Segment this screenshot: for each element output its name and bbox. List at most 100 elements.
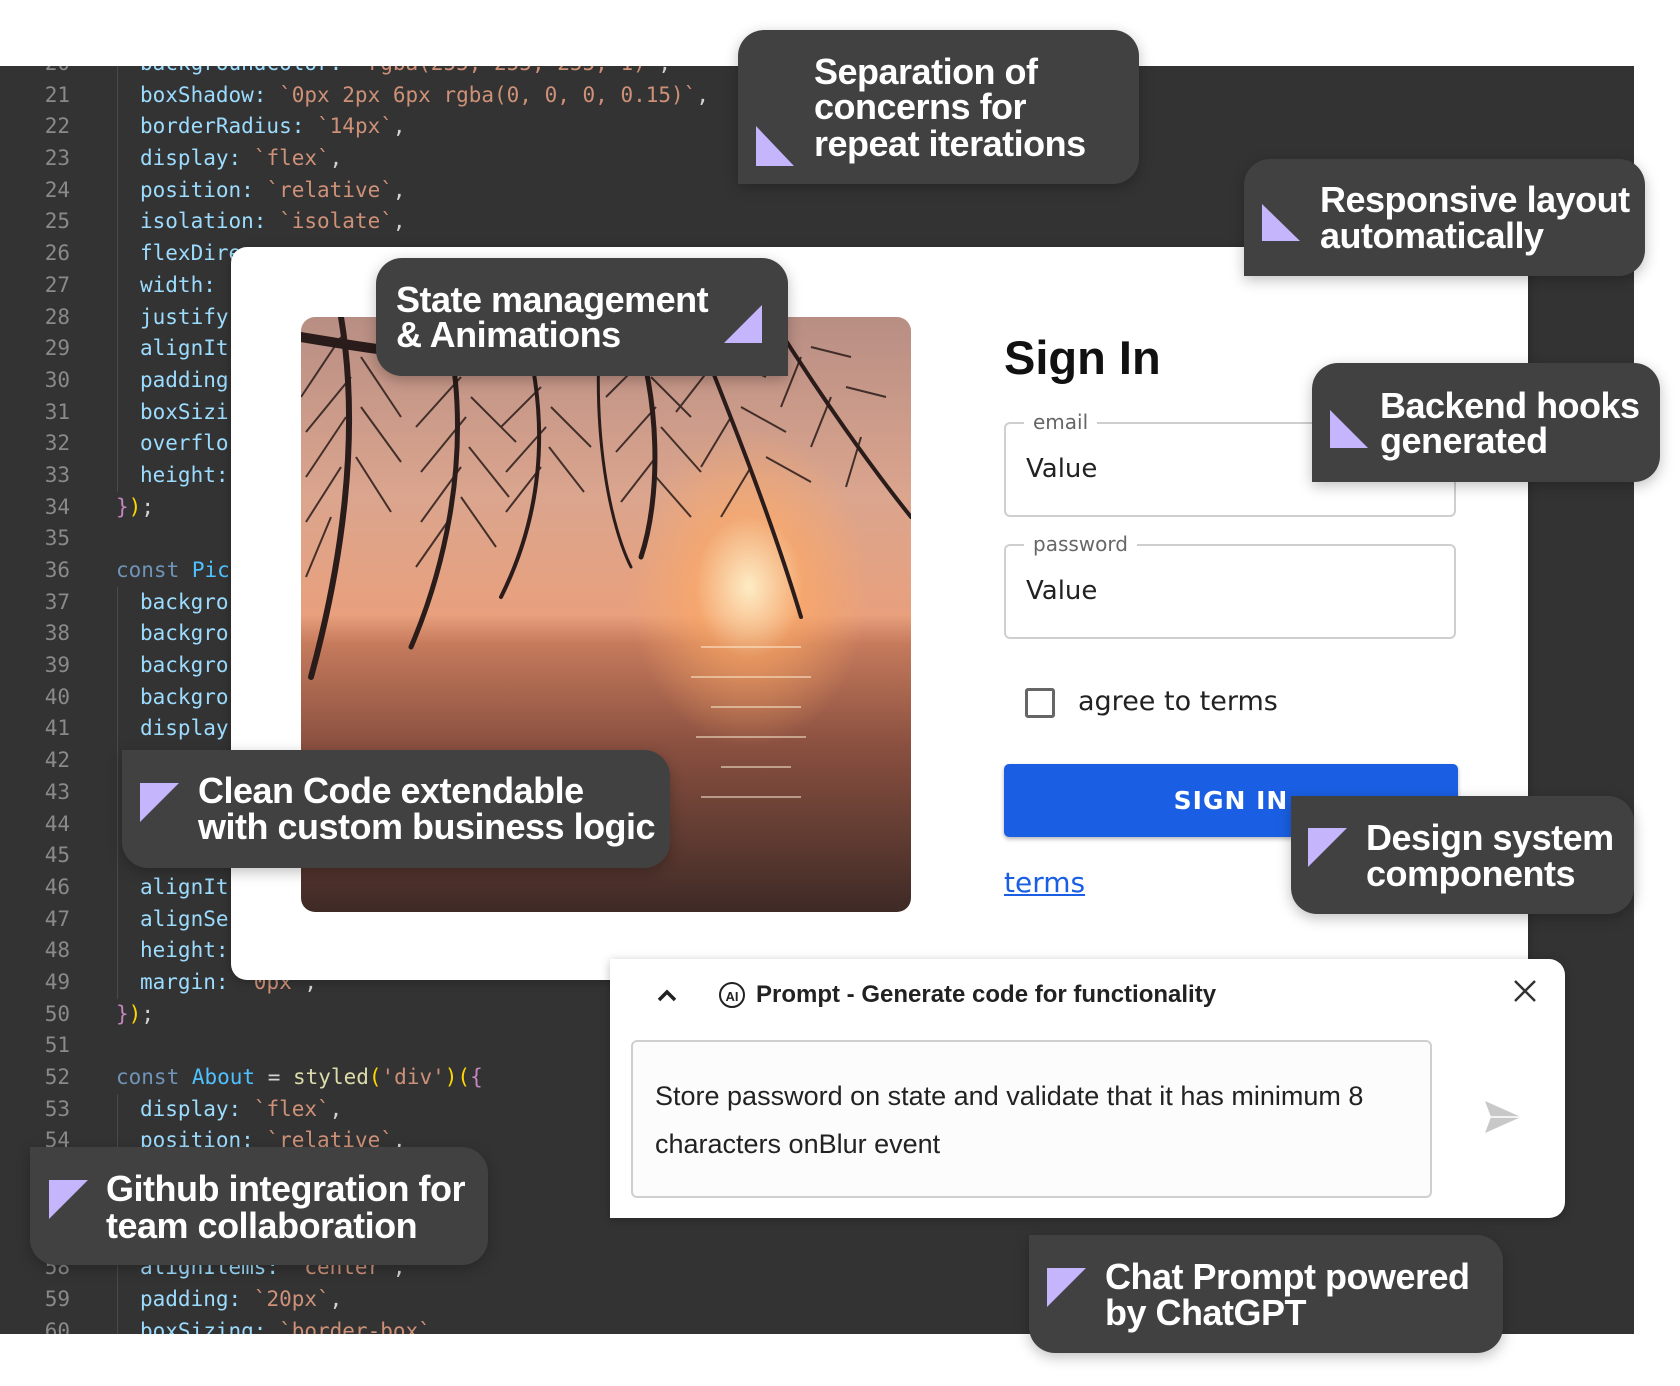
- callout-backend-hooks: Backend hooks generated: [1312, 363, 1660, 482]
- code-token: height:: [140, 462, 229, 487]
- password-value: Value: [1026, 576, 1098, 606]
- code-token: }: [116, 494, 129, 519]
- prompt-title: Prompt - Generate code for functionality: [756, 981, 1217, 1008]
- code-token: ;: [141, 494, 154, 519]
- callout-clean-code: Clean Code extendable with custom busine…: [122, 750, 670, 868]
- line-number: 29: [44, 336, 70, 361]
- indent-guide: [117, 143, 118, 175]
- code-token: `14px`: [317, 114, 393, 139]
- agree-label: agree to terms: [1078, 686, 1278, 717]
- indent-guide: [117, 333, 118, 365]
- indent-guide: [117, 269, 118, 302]
- code-token: boxSizing:: [140, 1318, 280, 1335]
- indent-guide: [117, 586, 118, 619]
- code-text: boxSizing: `border-box`,: [140, 1316, 443, 1335]
- terms-link[interactable]: terms: [1004, 866, 1085, 899]
- line-number: 26: [44, 241, 70, 266]
- code-token: ,: [658, 66, 671, 75]
- line-number: 53: [44, 1096, 70, 1121]
- code-text: display: `flex`,: [140, 1094, 342, 1126]
- code-token: Pic: [191, 558, 230, 582]
- code-text: padding: `20px`,: [140, 1284, 342, 1316]
- line-number: 23: [44, 146, 70, 171]
- indent-guide: [117, 1093, 118, 1126]
- code-token: ,: [392, 177, 406, 202]
- line-number: 45: [44, 843, 70, 868]
- line-number: 39: [44, 653, 70, 678]
- password-field[interactable]: password Value: [1004, 532, 1456, 639]
- code-text: backgro: [140, 650, 229, 682]
- close-icon[interactable]: [1512, 978, 1538, 1012]
- indent-guide: [117, 396, 118, 429]
- code-token: position:: [140, 177, 267, 202]
- code-token: boxShadow:: [140, 82, 280, 107]
- indent-guide: [117, 650, 118, 682]
- code-token: ,: [430, 1318, 444, 1335]
- line-number: 31: [44, 399, 70, 424]
- line-number: 60: [44, 1318, 70, 1335]
- indent-guide: [117, 808, 118, 841]
- callout-text: Backend hooks: [1380, 385, 1640, 426]
- triangle-icon: [1047, 1268, 1086, 1307]
- code-text: const About = styled('div')({: [116, 1062, 483, 1094]
- callout-text: repeat iterations: [814, 123, 1086, 164]
- indent-guide: [117, 935, 118, 967]
- callout-text: Design system: [1366, 817, 1614, 858]
- code-token: height:: [140, 938, 229, 963]
- code-token: backgro: [140, 589, 229, 614]
- sign-in-title: Sign In: [1004, 331, 1161, 384]
- line-number: 51: [44, 1033, 70, 1058]
- code-token: ,: [392, 114, 406, 139]
- code-text: position: `relative`,: [140, 175, 406, 207]
- indent-guide: [117, 238, 118, 270]
- code-token: `flex`: [253, 146, 330, 171]
- triangle-icon: [140, 783, 179, 822]
- line-number: 40: [44, 684, 70, 709]
- callout-text: team collaboration: [106, 1205, 418, 1246]
- code-token: width:: [140, 272, 216, 297]
- line-number: 36: [44, 558, 70, 582]
- triangle-icon: [724, 305, 762, 343]
- callout-text: State management: [396, 279, 709, 320]
- code-token: `20px`: [253, 1286, 330, 1311]
- callout-text: generated: [1380, 420, 1548, 461]
- code-text: flexDire: [140, 238, 241, 270]
- line-number: 43: [44, 779, 70, 804]
- send-icon[interactable]: [1484, 1100, 1522, 1139]
- line-number: 27: [44, 272, 70, 297]
- code-token: justify: [140, 304, 229, 329]
- line-number: 52: [44, 1065, 70, 1089]
- chevron-up-icon[interactable]: [656, 984, 678, 1012]
- callout-text: by ChatGPT: [1105, 1292, 1307, 1333]
- code-text: boxShadow: `0px 2px 6px rgba(0, 0, 0, 0.…: [140, 80, 709, 112]
- indent-guide: [117, 1315, 118, 1334]
- line-number: 44: [44, 811, 70, 836]
- code-token: `0px 2px 6px rgba(0, 0, 0, 0.15)`: [279, 82, 697, 107]
- callout-text: Github integration for: [106, 1168, 465, 1209]
- code-token: overflo: [140, 431, 229, 456]
- password-label: password: [1024, 532, 1137, 556]
- code-text: height:: [140, 935, 229, 967]
- code-token: ,: [329, 1286, 343, 1311]
- code-text: const Pic: [116, 555, 230, 587]
- code-token: padding:: [140, 1286, 254, 1311]
- line-number: 38: [44, 621, 70, 646]
- indent-guide: [117, 776, 118, 809]
- triangle-icon: [1330, 410, 1368, 448]
- agree-checkbox[interactable]: [1025, 688, 1055, 718]
- code-text: });: [116, 999, 154, 1031]
- code-token: `border-box`: [279, 1318, 431, 1335]
- triangle-icon: [1262, 204, 1300, 241]
- code-token: styled: [293, 1065, 369, 1089]
- code-token: ): [128, 1001, 142, 1026]
- indent-guide: [117, 713, 118, 746]
- line-number: 59: [44, 1286, 70, 1311]
- code-text: padding: [140, 365, 229, 397]
- code-token: }: [116, 1001, 129, 1026]
- code-token: `rgba(255, 255, 255, 1)`: [355, 66, 658, 75]
- code-token: `relative`: [266, 177, 393, 202]
- code-token: isolation:: [140, 209, 280, 234]
- indent-guide: [117, 79, 118, 112]
- prompt-input[interactable]: Store password on state and validate tha…: [631, 1040, 1432, 1198]
- indent-guide: [117, 681, 118, 714]
